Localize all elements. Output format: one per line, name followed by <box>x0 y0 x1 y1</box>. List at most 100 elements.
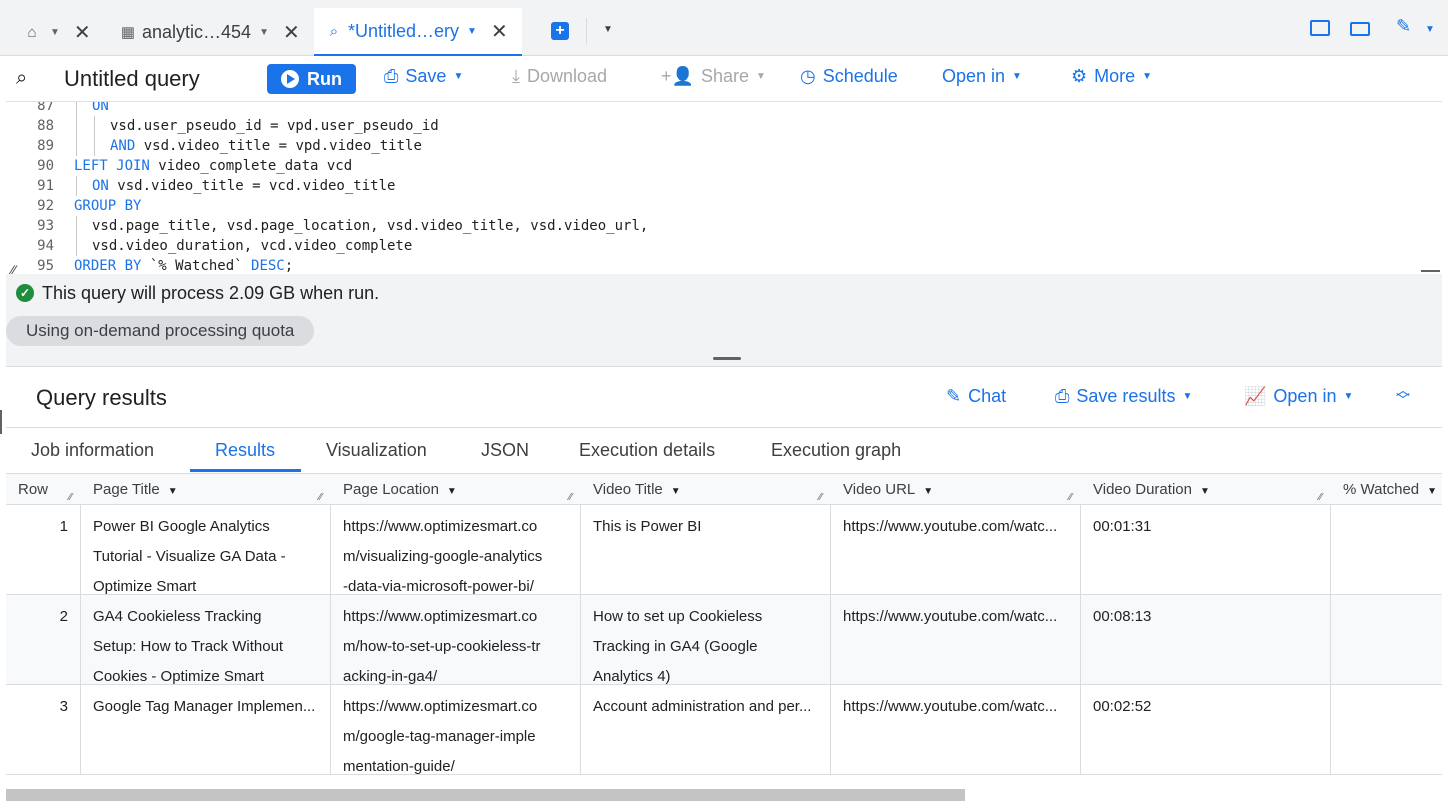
table-row[interactable]: 1 Power BI Google Analytics Tutorial - Vi… <box>6 505 1442 595</box>
table-cell-page-title[interactable]: Google Tag Manager Implemen... <box>81 685 331 774</box>
save-label: Save <box>405 66 447 86</box>
clock-icon: ◷ <box>800 66 816 86</box>
tab-json[interactable]: JSON <box>481 440 529 461</box>
column-header[interactable]: Video Duration ▼ <box>1093 474 1210 505</box>
column-label: Row <box>18 481 49 498</box>
table-cell-page-location[interactable]: https://www.optimizesmart.co m/how-to-se… <box>331 595 581 685</box>
table-cell-page-title[interactable]: GA4 Cookieless Tracking Setup: How to Tr… <box>81 595 331 685</box>
table-cell-page-title[interactable]: Power BI Google Analytics Tutorial - Vis… <box>81 505 331 595</box>
table-cell-row[interactable]: 1 <box>6 505 81 595</box>
resize-handle[interactable] <box>713 357 741 360</box>
tab-untitled-query[interactable]: ⌕ *Untitled…ery ▼ ✕ <box>314 8 522 56</box>
close-icon[interactable]: ✕ <box>491 19 508 44</box>
tab-home[interactable]: ⌂ ▼ ✕ <box>22 8 91 56</box>
column-header[interactable]: Video Title ▼ <box>593 474 681 505</box>
table-row[interactable]: 3 Google Tag Manager Implemen... https://w… <box>6 685 1442 774</box>
table-cell-video-url[interactable]: https://www.youtube.com/watc... <box>831 505 1081 595</box>
table-cell-watched[interactable] <box>1331 595 1442 685</box>
table-cell-page-location[interactable]: https://www.optimizesmart.co m/google-ta… <box>331 685 581 774</box>
sort-chevron-icon[interactable]: ▼ <box>447 486 457 497</box>
scrollbar-thumb[interactable] <box>6 789 965 801</box>
column-resize-icon[interactable]: ⁄⁄ <box>1069 492 1072 503</box>
code-line[interactable]: 95 ORDER BY `% Watched` DESC; <box>6 256 1406 274</box>
more-button[interactable]: ⚙ More ▼ <box>1071 66 1152 87</box>
expand-icon[interactable]: ︿ ﹀ <box>1396 383 1410 407</box>
tab-results[interactable]: Results <box>215 440 275 461</box>
results-open-in-button[interactable]: 📈 Open in ▼ <box>1244 386 1353 407</box>
indent-guide <box>76 116 77 136</box>
sort-chevron-icon[interactable]: ▼ <box>923 486 933 497</box>
table-cell-watched[interactable] <box>1331 505 1442 595</box>
tab-execution-details[interactable]: Execution details <box>579 440 715 461</box>
column-header[interactable]: Page Title ▼ <box>93 474 178 505</box>
code-line[interactable]: 89 AND vsd.video_title = vpd.video_title <box>6 136 1406 156</box>
chevron-down-icon[interactable]: ▼ <box>50 27 60 38</box>
column-label: Video Duration <box>1093 481 1192 498</box>
line-number: 91 <box>37 178 54 194</box>
column-label: Page Title <box>93 481 160 498</box>
pen-sparkle-icon[interactable]: ✎ <box>1396 16 1411 37</box>
editor-scrollbar[interactable] <box>1421 102 1442 274</box>
schedule-button[interactable]: ◷ Schedule <box>800 66 898 87</box>
table-cell-video-title[interactable]: This is Power BI <box>581 505 831 595</box>
sort-chevron-icon[interactable]: ▼ <box>1200 486 1210 497</box>
monitor-icon[interactable] <box>1310 20 1330 36</box>
quota-chip[interactable]: Using on-demand processing quota <box>6 316 315 346</box>
tab-table[interactable]: ▦ analytic…454 ▼ ✕ <box>118 8 300 56</box>
code-line[interactable]: 88 vsd.user_pseudo_id = vpd.user_pseudo_i… <box>6 116 1406 136</box>
chevron-down-icon[interactable]: ▼ <box>259 27 269 38</box>
column-resize-icon[interactable]: ⁄⁄ <box>319 492 322 503</box>
column-header[interactable]: Row <box>18 474 48 505</box>
column-header[interactable]: Page Location ▼ <box>343 474 457 505</box>
table-cell-video-url[interactable]: https://www.youtube.com/watc... <box>831 595 1081 685</box>
tab-visualization[interactable]: Visualization <box>326 440 427 461</box>
open-in-button[interactable]: Open in ▼ <box>942 66 1022 87</box>
table-cell-video-duration[interactable]: 00:08:13 <box>1081 595 1331 685</box>
chevron-down-icon[interactable]: ▼ <box>467 26 477 37</box>
column-header[interactable]: Video URL ▼ <box>843 474 933 505</box>
column-header[interactable]: % Watched ▼ <box>1343 474 1437 505</box>
table-cell-video-duration[interactable]: 00:02:52 <box>1081 685 1331 774</box>
code-text: ON vsd.video_title = vcd.video_title <box>92 178 396 194</box>
sort-chevron-icon[interactable]: ▼ <box>168 486 178 497</box>
new-tab-icon[interactable]: + <box>551 22 569 40</box>
table-row[interactable]: 2 GA4 Cookieless Tracking Setup: How to T… <box>6 595 1442 685</box>
code-line[interactable]: 87 ON <box>6 102 1406 116</box>
run-button[interactable]: Run <box>267 64 356 94</box>
table-cell-video-url[interactable]: https://www.youtube.com/watc... <box>831 685 1081 774</box>
table-cell-watched[interactable] <box>1331 685 1442 774</box>
save-button[interactable]: ⎙ Save ▼ <box>384 66 463 87</box>
close-icon[interactable]: ✕ <box>74 20 91 45</box>
sql-editor[interactable]: 87 ON 88 vsd.user_pseudo_id = vpd.user_pseu… <box>6 102 1420 274</box>
code-line[interactable]: 91 ON vsd.video_title = vcd.video_title <box>6 176 1406 196</box>
table-cell-row[interactable]: 2 <box>6 595 81 685</box>
chat-icon: ✎ <box>946 386 962 406</box>
save-results-button[interactable]: ⎙ Save results ▼ <box>1055 386 1192 407</box>
share-button[interactable]: +👤 Share ▼ <box>661 66 766 87</box>
close-icon[interactable]: ✕ <box>283 20 300 45</box>
table-cell-video-title[interactable]: How to set up Cookieless Tracking in GA4… <box>581 595 831 685</box>
column-resize-icon[interactable]: ⁄⁄ <box>819 492 822 503</box>
code-line[interactable]: 92 GROUP BY <box>6 196 1406 216</box>
tab-label: *Untitled…ery <box>348 20 460 41</box>
table-cell-video-duration[interactable]: 00:01:31 <box>1081 505 1331 595</box>
horizontal-scrollbar[interactable] <box>6 774 1442 812</box>
code-line[interactable]: 93 vsd.page_title, vsd.page_location, vsd… <box>6 216 1406 236</box>
sort-chevron-icon[interactable]: ▼ <box>1427 486 1437 497</box>
code-line[interactable]: 90 LEFT JOIN video_complete_data vcd <box>6 156 1406 176</box>
download-button[interactable]: ⤓ Download <box>512 66 607 87</box>
chat-button[interactable]: ✎ Chat <box>946 386 1006 407</box>
table-cell-video-title[interactable]: Account administration and per... <box>581 685 831 774</box>
column-resize-icon[interactable]: ⁄⁄ <box>1319 492 1322 503</box>
column-resize-icon[interactable]: ⁄⁄ <box>69 492 72 503</box>
column-resize-icon[interactable]: ⁄⁄ <box>569 492 572 503</box>
chevron-down-icon[interactable]: ▼ <box>1425 24 1435 35</box>
keyboard-icon[interactable] <box>1350 22 1370 36</box>
tab-execution-graph[interactable]: Execution graph <box>771 440 901 461</box>
table-cell-page-location[interactable]: https://www.optimizesmart.co m/visualizi… <box>331 505 581 595</box>
table-cell-row[interactable]: 3 <box>6 685 81 774</box>
tab-list-chevron-icon[interactable]: ▼ <box>603 24 613 35</box>
sort-chevron-icon[interactable]: ▼ <box>671 486 681 497</box>
tab-job-information[interactable]: Job information <box>31 440 154 461</box>
code-line[interactable]: 94 vsd.video_duration, vcd.video_complete <box>6 236 1406 256</box>
